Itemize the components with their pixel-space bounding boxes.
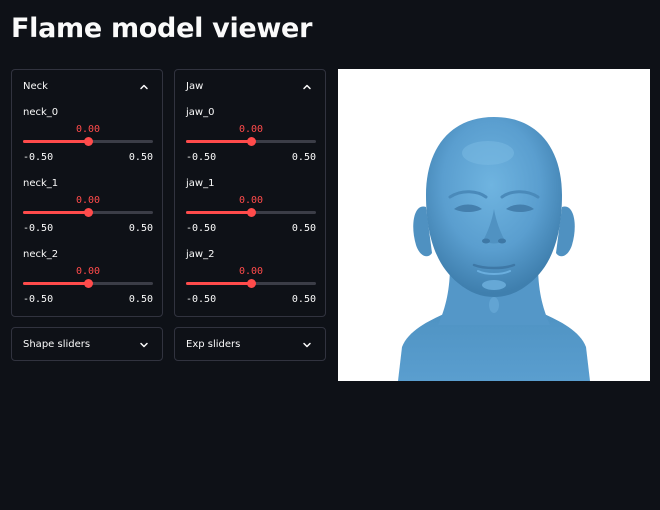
slider-min: -0.50 [23,223,54,234]
slider-fill [186,211,251,214]
slider-min: -0.50 [186,152,217,163]
slider-value: 0.00 [75,124,101,135]
slider-thumb[interactable] [246,137,256,146]
slider-value: 0.00 [238,124,264,135]
slider-min: -0.50 [186,294,217,305]
slider-label: neck_1 [23,178,59,189]
chevron-down-icon [303,342,311,348]
neck-expander-header[interactable]: Neck [12,70,162,104]
exp-sliders-title: Exp sliders [186,339,241,350]
slider-max: 0.50 [128,152,153,163]
exp-sliders-expander: Exp sliders [174,327,326,361]
shape-sliders-expander-header[interactable]: Shape sliders [12,328,162,362]
slider-min: -0.50 [23,294,54,305]
slider-max: 0.50 [291,152,316,163]
slider-track[interactable] [186,279,316,288]
slider-value: 0.00 [75,266,101,277]
model-viewer-canvas[interactable] [338,69,650,381]
slider-value: 0.00 [238,266,264,277]
neck-expander: Neck neck_0 0.00 -0.50 0.50 neck_1 0.00 … [11,69,163,317]
slider-fill [23,282,88,285]
slider-value: 0.00 [75,195,101,206]
slider-value: 0.00 [238,195,264,206]
chevron-up-icon [140,84,148,90]
slider-label: jaw_2 [186,249,215,260]
jaw-expander: Jaw jaw_0 0.00 -0.50 0.50 jaw_1 0.00 -0.… [174,69,326,317]
slider-fill [23,140,88,143]
slider-fill [186,282,251,285]
slider-thumb[interactable] [83,208,93,217]
slider-max: 0.50 [128,223,153,234]
chevron-down-icon [140,342,148,348]
slider-fill [186,140,251,143]
chevron-up-icon [303,84,311,90]
slider-max: 0.50 [291,294,316,305]
slider-thumb[interactable] [83,137,93,146]
slider-track[interactable] [23,208,153,217]
slider-track[interactable] [186,208,316,217]
head-mesh-render [398,117,590,381]
slider-label: neck_0 [23,107,59,118]
slider-jaw-2: jaw_2 0.00 -0.50 0.50 [186,249,316,309]
slider-neck-2: neck_2 0.00 -0.50 0.50 [23,249,153,309]
page-title: Flame model viewer [11,13,313,44]
slider-label: jaw_0 [186,107,215,118]
slider-thumb[interactable] [246,208,256,217]
shape-sliders-expander: Shape sliders [11,327,163,361]
slider-track[interactable] [186,137,316,146]
slider-track[interactable] [23,279,153,288]
slider-track[interactable] [23,137,153,146]
slider-label: jaw_1 [186,178,215,189]
exp-sliders-expander-header[interactable]: Exp sliders [175,328,325,362]
slider-jaw-0: jaw_0 0.00 -0.50 0.50 [186,107,316,167]
jaw-expander-header[interactable]: Jaw [175,70,325,104]
slider-label: neck_2 [23,249,59,260]
shape-sliders-title: Shape sliders [23,339,91,350]
slider-max: 0.50 [128,294,153,305]
slider-min: -0.50 [186,223,217,234]
slider-neck-0: neck_0 0.00 -0.50 0.50 [23,107,153,167]
slider-neck-1: neck_1 0.00 -0.50 0.50 [23,178,153,238]
slider-min: -0.50 [23,152,54,163]
slider-thumb[interactable] [83,279,93,288]
slider-jaw-1: jaw_1 0.00 -0.50 0.50 [186,178,316,238]
slider-thumb[interactable] [246,279,256,288]
slider-max: 0.50 [291,223,316,234]
neck-expander-title: Neck [23,81,48,92]
slider-fill [23,211,88,214]
jaw-expander-title: Jaw [186,81,204,92]
